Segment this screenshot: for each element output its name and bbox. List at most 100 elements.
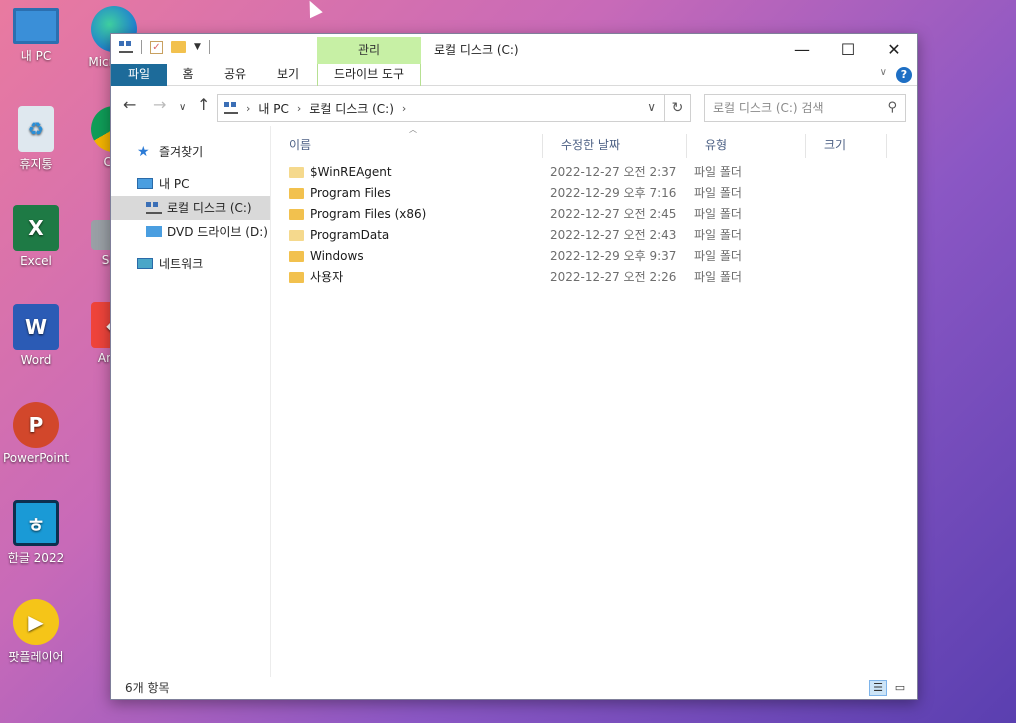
list-item[interactable]: 사용자 2022-12-27 오전 2:26 파일 폴더 xyxy=(289,267,889,288)
folder-icon xyxy=(289,230,304,241)
excel-icon: X xyxy=(13,205,59,251)
chevron-right-icon[interactable]: › xyxy=(297,102,301,115)
item-count: 6개 항목 xyxy=(125,681,170,695)
explorer-window: ✓ ▼ 관리 로컬 디스크 (C:) — ☐ ✕ 파일 홈 공유 보기 드라이브… xyxy=(110,33,918,700)
file-name: Program Files (x86) xyxy=(310,207,427,221)
desktop-icon-label: PowerPoint xyxy=(2,451,70,465)
desktop-icon-potplayer[interactable]: ▶ 팟플레이어 xyxy=(0,599,72,665)
folder-icon xyxy=(289,272,304,283)
file-date: 2022-12-29 오후 9:37 xyxy=(550,249,677,263)
quick-access-toolbar: ✓ ▼ xyxy=(119,40,210,54)
breadcrumb-local-disk[interactable]: 로컬 디스크 (C:) xyxy=(309,100,394,117)
drive-icon xyxy=(224,102,238,114)
dvd-icon xyxy=(146,226,162,237)
monitor-icon xyxy=(13,8,59,44)
properties-icon[interactable]: ✓ xyxy=(150,40,163,54)
column-header-size[interactable]: 크기 xyxy=(806,134,887,158)
sidebar-item-local-disk[interactable]: 로컬 디스크 (C:) xyxy=(111,196,270,220)
file-name: Windows xyxy=(310,249,364,263)
tab-share[interactable]: 공유 xyxy=(211,64,259,86)
divider xyxy=(208,40,210,54)
window-title: 로컬 디스크 (C:) xyxy=(434,43,519,57)
help-icon[interactable]: ? xyxy=(896,67,912,83)
new-folder-icon[interactable] xyxy=(171,41,186,53)
folder-icon xyxy=(289,251,304,262)
desktop-icon-label: 휴지통 xyxy=(19,157,53,171)
file-name: ProgramData xyxy=(310,228,390,242)
expand-ribbon-icon[interactable]: ∨ xyxy=(880,67,887,78)
desktop-icon-powerpoint[interactable]: P PowerPoint xyxy=(0,402,72,465)
sidebar-item-label: 즐겨찾기 xyxy=(159,145,204,159)
file-date: 2022-12-27 오전 2:43 xyxy=(550,228,677,242)
file-type: 파일 폴더 xyxy=(694,270,742,284)
desktop-icon-label: 한글 2022 xyxy=(7,551,65,565)
desktop-icon-hangul[interactable]: ㅎ 한글 2022 xyxy=(0,500,72,566)
large-icons-view-button[interactable]: ▭ xyxy=(891,680,909,696)
folder-icon xyxy=(289,188,304,199)
tab-file[interactable]: 파일 xyxy=(111,64,167,86)
sidebar-item-label: 내 PC xyxy=(159,177,190,191)
tab-view[interactable]: 보기 xyxy=(263,64,313,86)
pc-icon xyxy=(137,178,153,189)
list-item[interactable]: Program Files (x86) 2022-12-27 오전 2:45 파… xyxy=(289,204,889,225)
column-header-name[interactable]: 이름 xyxy=(271,134,543,158)
file-name: $WinREAgent xyxy=(310,165,392,179)
breadcrumb-my-pc[interactable]: 내 PC xyxy=(258,100,288,117)
column-header-date[interactable]: 수정한 날짜 xyxy=(543,134,687,158)
navigation-pane: ★ 즐겨찾기 내 PC 로컬 디스크 (C:) DVD 드라이브 (D:) 네트… xyxy=(111,126,271,677)
file-list: ︿ 이름 수정한 날짜 유형 크기 $WinREAgent 2022-12-27… xyxy=(271,125,917,677)
file-type: 파일 폴더 xyxy=(694,228,742,242)
desktop-icon-label: Excel xyxy=(20,254,52,268)
chevron-right-icon[interactable]: › xyxy=(402,102,406,115)
drive-icon xyxy=(146,202,162,214)
tab-home[interactable]: 홈 xyxy=(169,64,207,86)
file-date: 2022-12-27 오전 2:45 xyxy=(550,207,677,221)
sidebar-item-dvd-drive[interactable]: DVD 드라이브 (D:) xyxy=(111,220,270,244)
file-type: 파일 폴더 xyxy=(694,165,742,179)
chevron-down-icon[interactable]: ∨ xyxy=(647,100,656,114)
minimize-button[interactable]: — xyxy=(779,34,825,64)
refresh-button[interactable]: ↻ xyxy=(665,94,691,122)
star-icon: ★ xyxy=(137,144,150,160)
address-bar[interactable]: › 내 PC › 로컬 디스크 (C:) › ∨ xyxy=(217,94,665,122)
details-view-button[interactable]: ☰ xyxy=(869,680,887,696)
recent-locations-icon[interactable]: ∨ xyxy=(179,100,186,116)
chevron-right-icon[interactable]: › xyxy=(246,102,250,115)
search-icon: ⚲ xyxy=(887,100,897,115)
desktop-icon-my-pc[interactable]: 내 PC xyxy=(0,8,72,64)
powerpoint-icon: P xyxy=(13,402,59,448)
up-arrow-icon[interactable]: ↑ xyxy=(197,97,210,113)
maximize-button[interactable]: ☐ xyxy=(825,34,871,64)
ribbon-tabs: 파일 홈 공유 보기 드라이브 도구 ∨ ? xyxy=(111,64,917,86)
sidebar-item-network[interactable]: 네트워크 xyxy=(111,252,270,276)
desktop-icon-word[interactable]: W Word xyxy=(0,304,72,367)
customize-dropdown-icon[interactable]: ▼ xyxy=(194,42,201,52)
sidebar-item-label: 네트워크 xyxy=(159,257,204,271)
navigation-bar: ← → ∨ ↑ › 내 PC › 로컬 디스크 (C:) › ∨ ↻ 로컬 디스… xyxy=(111,86,917,126)
status-bar: 6개 항목 ☰ ▭ xyxy=(111,677,917,699)
list-item[interactable]: ProgramData 2022-12-27 오전 2:43 파일 폴더 xyxy=(289,225,889,246)
list-item[interactable]: Program Files 2022-12-29 오후 7:16 파일 폴더 xyxy=(289,183,889,204)
close-button[interactable]: ✕ xyxy=(871,34,917,64)
list-item[interactable]: Windows 2022-12-29 오후 9:37 파일 폴더 xyxy=(289,246,889,267)
desktop-icon-excel[interactable]: X Excel xyxy=(0,205,72,268)
search-placeholder: 로컬 디스크 (C:) 검색 xyxy=(713,101,824,115)
title-bar[interactable]: ✓ ▼ 관리 로컬 디스크 (C:) — ☐ ✕ xyxy=(111,34,917,64)
hangul-icon: ㅎ xyxy=(13,500,59,546)
sidebar-item-quick-access[interactable]: ★ 즐겨찾기 xyxy=(111,140,270,164)
search-input[interactable]: 로컬 디스크 (C:) 검색 ⚲ xyxy=(704,94,906,122)
file-date: 2022-12-29 오후 7:16 xyxy=(550,186,677,200)
column-header-type[interactable]: 유형 xyxy=(687,134,806,158)
mouse-cursor-icon xyxy=(303,0,323,19)
word-icon: W xyxy=(13,304,59,350)
tab-drive-tools[interactable]: 드라이브 도구 xyxy=(317,64,421,86)
file-date: 2022-12-27 오전 2:37 xyxy=(550,165,677,179)
sidebar-item-label: 로컬 디스크 (C:) xyxy=(167,201,252,215)
back-arrow-icon[interactable]: ← xyxy=(123,97,136,113)
context-tab-header: 관리 xyxy=(317,37,421,64)
folder-icon xyxy=(289,167,304,178)
sidebar-item-my-pc[interactable]: 내 PC xyxy=(111,172,270,196)
forward-arrow-icon[interactable]: → xyxy=(153,97,166,113)
desktop-icon-recycle-bin[interactable]: ♻ 휴지통 xyxy=(0,106,72,172)
list-item[interactable]: $WinREAgent 2022-12-27 오전 2:37 파일 폴더 xyxy=(289,162,889,183)
